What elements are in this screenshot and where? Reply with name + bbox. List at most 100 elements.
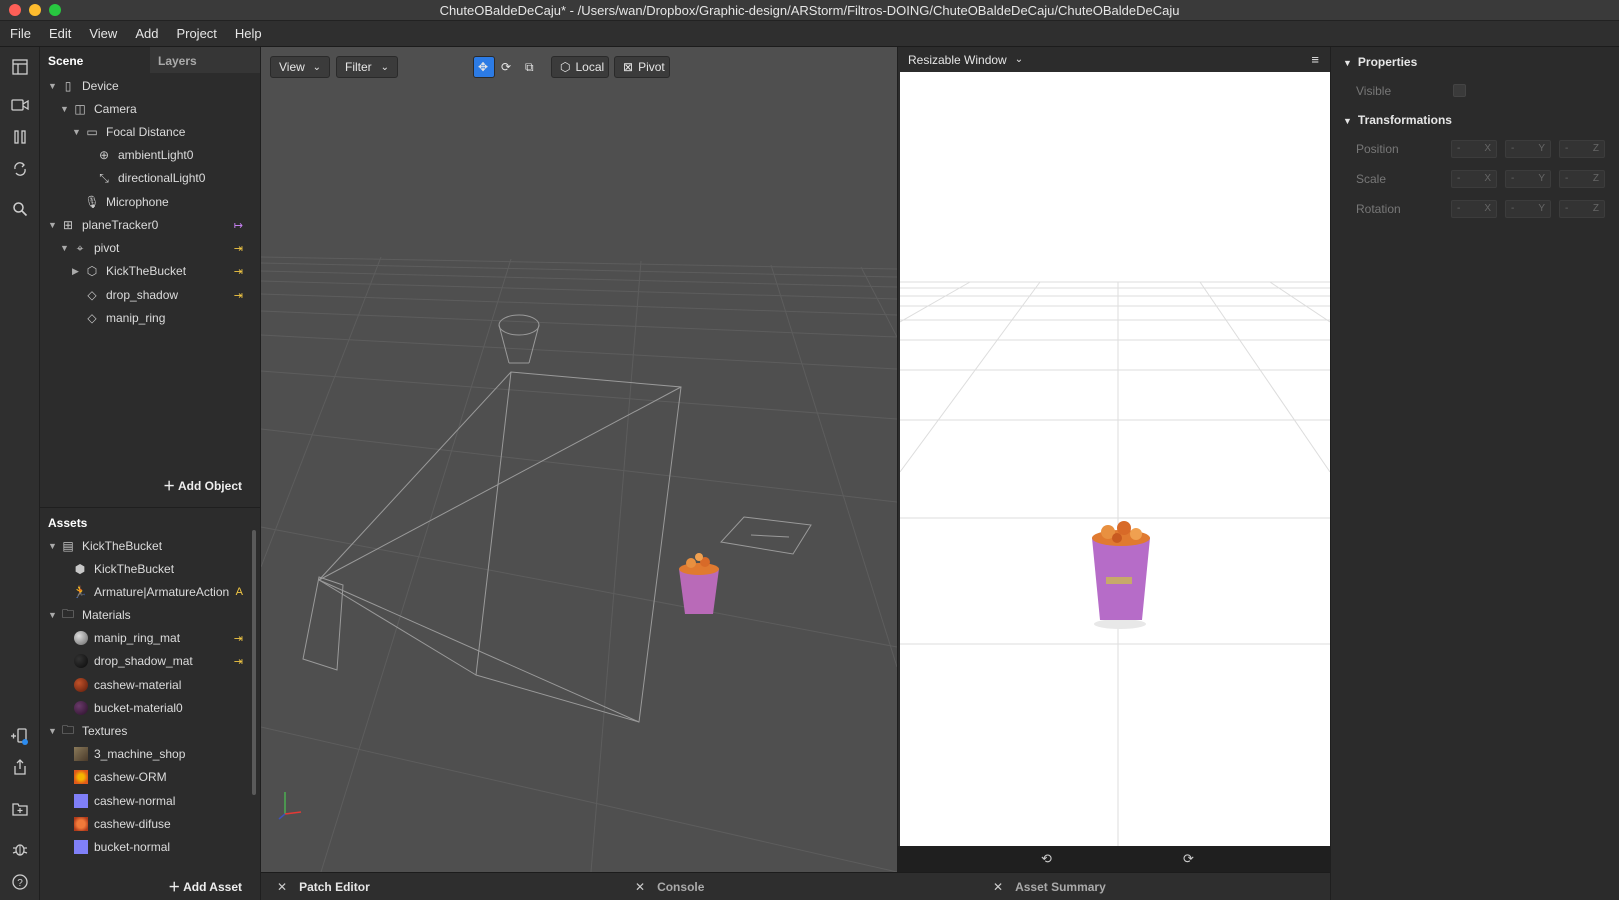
caret-down-icon[interactable]: ▼	[48, 541, 60, 551]
asset-item-manip-ring-mat[interactable]: manip_ring_mat ⇥	[74, 627, 253, 649]
viewport[interactable]: View ⌄ Filter ⌄ ✥ ⟳ ⧉ ⬡ Local ⊠ Pivot	[261, 47, 897, 872]
asset-item-label: drop_shadow_mat	[94, 654, 193, 668]
asset-folder-textures[interactable]: ▼ 🗀 Textures	[48, 720, 127, 742]
caret-right-icon[interactable]: ▶	[72, 266, 84, 277]
add-asset-button[interactable]: ＋ Add Asset	[168, 878, 242, 895]
caret-down-icon[interactable]: ▼	[60, 243, 72, 253]
test-on-device-icon[interactable]	[10, 727, 30, 747]
asset-item-cashew-normal[interactable]: cashew-normal	[74, 790, 175, 812]
caret-down-icon[interactable]: ▼	[48, 610, 60, 620]
folder-icon[interactable]	[10, 799, 30, 819]
move-tool-button[interactable]: ✥	[473, 56, 495, 78]
rotation-label: Rotation	[1356, 202, 1401, 216]
local-toggle-button[interactable]: ⬡ Local	[551, 56, 609, 78]
link-arrow-icon[interactable]: ⇥	[234, 655, 243, 668]
menu-file[interactable]: File	[10, 26, 31, 41]
menu-edit[interactable]: Edit	[49, 26, 71, 41]
visible-checkbox[interactable]	[1453, 84, 1466, 97]
rotation-x-field[interactable]: -X	[1451, 200, 1497, 218]
folder-icon: 🗀	[61, 606, 74, 621]
link-arrow-icon[interactable]: ⇥	[234, 289, 243, 302]
tree-item-microphone[interactable]: 🎙 Microphone	[72, 191, 168, 213]
filter-dropdown[interactable]: Filter ⌄	[336, 56, 398, 78]
view-dropdown[interactable]: View ⌄	[270, 56, 330, 78]
position-y-field[interactable]: -Y	[1505, 140, 1551, 158]
tree-item-label: planeTracker0	[82, 218, 159, 232]
rotation-y-field[interactable]: -Y	[1505, 200, 1551, 218]
asset-item-bucket-material[interactable]: bucket-material0	[74, 697, 183, 719]
device-selector[interactable]: Resizable Window	[908, 53, 1007, 67]
scale-x-field[interactable]: -X	[1451, 170, 1497, 188]
menu-icon[interactable]: ≡	[1311, 52, 1319, 67]
rotate-device-icon[interactable]: ⟳	[1183, 851, 1194, 867]
tab-scene[interactable]: Scene	[40, 47, 150, 73]
video-icon[interactable]	[10, 95, 30, 115]
tree-item-camera[interactable]: ▼ ◫ Camera	[60, 98, 137, 120]
link-arrow-icon[interactable]: ⇥	[234, 265, 243, 278]
scale-tool-button[interactable]: ⧉	[521, 56, 543, 78]
tree-item-ambient-light[interactable]: ⊕ ambientLight0	[96, 144, 193, 166]
caret-down-icon[interactable]: ▼	[60, 104, 72, 114]
close-icon[interactable]: ✕	[993, 880, 1003, 894]
tree-item-manip-ring[interactable]: ◇ manip_ring	[84, 307, 165, 329]
tree-item-plane-tracker[interactable]: ▼ ⊞ planeTracker0 ↦	[48, 214, 253, 236]
tree-item-focal-distance[interactable]: ▼ ▭ Focal Distance	[72, 121, 185, 143]
refresh-icon[interactable]	[10, 159, 30, 179]
caret-down-icon[interactable]: ▼	[48, 726, 60, 736]
tree-item-directional-light[interactable]: ⤡ directionalLight0	[96, 167, 205, 189]
asset-item-machine-shop[interactable]: 3_machine_shop	[74, 743, 185, 765]
caret-down-icon[interactable]: ▼	[72, 127, 84, 137]
tab-console[interactable]: ✕ Console	[635, 880, 704, 894]
scale-y-field[interactable]: -Y	[1505, 170, 1551, 188]
simulator-view[interactable]	[899, 72, 1331, 846]
scale-z-field[interactable]: -Z	[1559, 170, 1605, 188]
window-title: ChuteOBaldeDeCaju* - /Users/wan/Dropbox/…	[439, 3, 1180, 18]
close-icon[interactable]: ✕	[635, 880, 645, 894]
menu-help[interactable]: Help	[235, 26, 262, 41]
search-icon[interactable]	[10, 199, 30, 219]
caret-down-icon[interactable]: ▼	[48, 81, 60, 91]
tab-patch-editor[interactable]: ✕ Patch Editor	[277, 880, 370, 894]
menu-add[interactable]: Add	[135, 26, 158, 41]
asset-item-kick-the-bucket-mesh[interactable]: ⬢ KickTheBucket	[72, 558, 174, 580]
upload-icon[interactable]	[10, 757, 30, 777]
asset-folder-materials[interactable]: ▼ 🗀 Materials	[48, 604, 131, 626]
tab-layers[interactable]: Layers	[150, 47, 260, 73]
asset-item-kick-the-bucket-file[interactable]: ▼ ▤ KickTheBucket	[48, 535, 162, 557]
asset-item-label: Textures	[82, 724, 128, 738]
menu-view[interactable]: View	[89, 26, 117, 41]
asset-item-drop-shadow-mat[interactable]: drop_shadow_mat ⇥	[74, 650, 253, 672]
transformations-section[interactable]: ▼ Transformations	[1343, 113, 1452, 127]
asset-item-armature-action[interactable]: 🏃 Armature|ArmatureAction A	[72, 581, 253, 603]
asset-item-cashew-material[interactable]: cashew-material	[74, 674, 181, 696]
properties-section[interactable]: ▼ Properties	[1343, 55, 1417, 69]
menu-project[interactable]: Project	[176, 26, 216, 41]
link-arrow-icon[interactable]: ⇥	[234, 242, 243, 255]
tree-item-pivot[interactable]: ▼ ⌖ pivot ⇥	[60, 237, 253, 259]
position-x-field[interactable]: -X	[1451, 140, 1497, 158]
asset-item-cashew-difuse[interactable]: cashew-difuse	[74, 813, 171, 835]
tab-asset-summary[interactable]: ✕ Asset Summary	[993, 880, 1106, 894]
tree-item-device[interactable]: ▼ ▯ Device	[48, 75, 119, 97]
tree-item-kick-the-bucket[interactable]: ▶ ⬡ KickTheBucket ⇥	[72, 260, 253, 282]
refresh-icon[interactable]: ⟲	[1041, 851, 1052, 867]
globe-icon: ⊕	[98, 148, 110, 162]
link-arrow-icon[interactable]: ⇥	[234, 632, 243, 645]
help-icon[interactable]: ?	[10, 872, 30, 892]
pivot-toggle-button[interactable]: ⊠ Pivot	[614, 56, 670, 78]
position-z-field[interactable]: -Z	[1559, 140, 1605, 158]
asset-item-bucket-normal[interactable]: bucket-normal	[74, 836, 170, 858]
rotation-z-field[interactable]: -Z	[1559, 200, 1605, 218]
link-arrow-icon[interactable]: ↦	[234, 219, 243, 232]
layout-icon[interactable]	[10, 57, 30, 77]
tree-item-drop-shadow[interactable]: ◇ drop_shadow ⇥	[84, 284, 253, 306]
close-icon[interactable]: ✕	[277, 880, 287, 894]
bug-icon[interactable]	[10, 839, 30, 859]
pause-icon[interactable]	[10, 127, 30, 147]
rotate-tool-button[interactable]: ⟳	[497, 56, 519, 78]
chevron-down-icon[interactable]: ⌄	[1015, 54, 1023, 65]
asset-item-cashew-orm[interactable]: cashew-ORM	[74, 766, 167, 788]
add-object-button[interactable]: ＋ Add Object	[163, 477, 242, 494]
tree-item-label: Device	[82, 79, 119, 93]
caret-down-icon[interactable]: ▼	[48, 220, 60, 230]
